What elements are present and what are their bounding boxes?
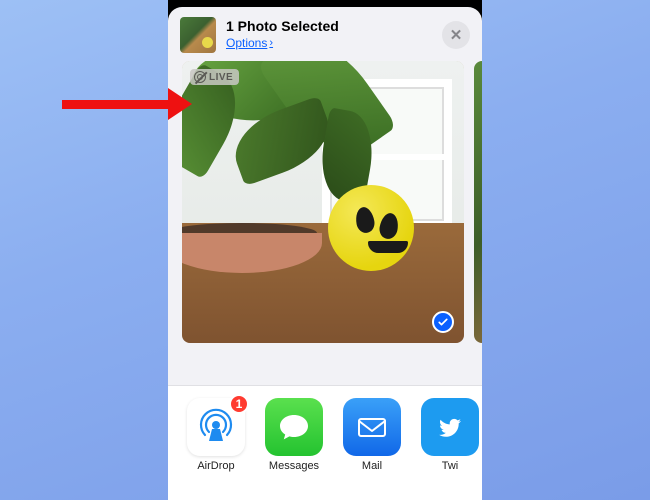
photo-preview-scroller[interactable]: LIVE [168, 61, 482, 349]
close-icon: ✕ [450, 26, 463, 44]
messages-label: Messages [264, 460, 324, 472]
phone-frame: 1 Photo Selected Options › ✕ [168, 0, 482, 500]
next-photo-peek[interactable] [474, 61, 482, 343]
selection-title: 1 Photo Selected [226, 18, 432, 34]
callout-arrow [62, 94, 192, 114]
live-label: LIVE [209, 72, 233, 83]
options-link[interactable]: Options › [226, 36, 273, 50]
twitter-icon [433, 410, 467, 444]
chevron-right-icon: › [269, 37, 273, 49]
close-button[interactable]: ✕ [442, 21, 470, 49]
mail-icon [353, 408, 391, 446]
messages-icon [276, 409, 312, 445]
share-target-twitter[interactable]: Twi [420, 398, 480, 500]
share-targets-row[interactable]: 1 AirDrop Messages [168, 385, 482, 500]
live-photo-badge[interactable]: LIVE [190, 69, 239, 85]
options-label: Options [226, 36, 267, 50]
share-target-messages[interactable]: Messages [264, 398, 324, 500]
live-off-icon [194, 71, 206, 83]
mail-label: Mail [342, 460, 402, 472]
airdrop-badge: 1 [229, 394, 249, 414]
selected-photo[interactable]: LIVE [182, 61, 464, 343]
airdrop-label: AirDrop [186, 460, 246, 472]
header-thumbnail[interactable] [180, 17, 216, 53]
airdrop-icon [196, 407, 236, 447]
checkmark-icon [437, 316, 449, 328]
share-sheet: 1 Photo Selected Options › ✕ [168, 7, 482, 500]
twitter-label: Twi [420, 460, 480, 472]
selection-checkmark[interactable] [432, 311, 454, 333]
share-target-airdrop[interactable]: 1 AirDrop [186, 398, 246, 500]
share-target-mail[interactable]: Mail [342, 398, 402, 500]
share-header: 1 Photo Selected Options › ✕ [168, 7, 482, 61]
